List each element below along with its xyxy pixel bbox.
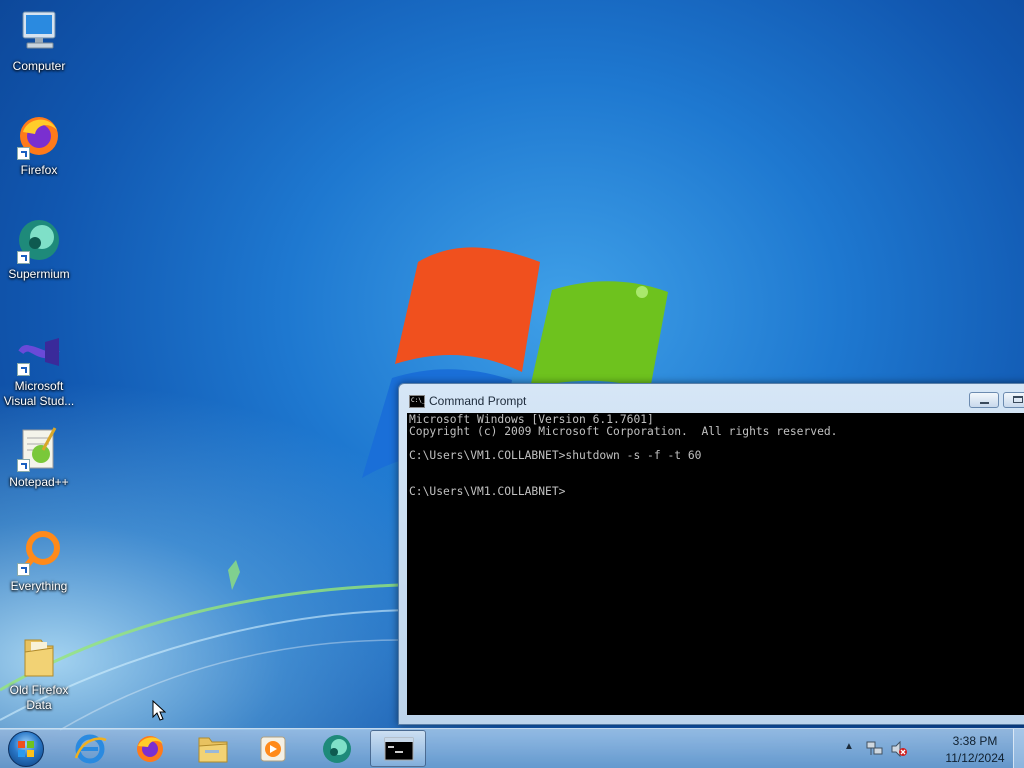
windows-orb-icon	[8, 731, 44, 767]
clock-date[interactable]: 11/12/2024	[940, 751, 1010, 765]
desktop-icon-everything[interactable]: Everything	[2, 528, 76, 594]
folder-icon	[198, 737, 228, 763]
window-title: Command Prompt	[429, 394, 527, 408]
cmd-icon	[384, 737, 414, 761]
console-text[interactable]: Microsoft Windows [Version 6.1.7601] Cop…	[407, 413, 1024, 499]
desktop-icon-old-firefox-data[interactable]: Old Firefox Data	[2, 632, 76, 713]
desktop-icon-label: Computer	[12, 59, 66, 73]
maximize-button[interactable]	[1003, 392, 1024, 408]
cmd-icon[interactable]: C:\_	[409, 395, 425, 408]
desktop-icon-label: Everything	[10, 579, 68, 593]
system-tray: ▲ 3:38 PM 11/12/2024	[840, 729, 1024, 768]
supermium-icon	[323, 735, 351, 763]
taskbar-supermium[interactable]	[309, 730, 365, 767]
taskbar-internet-explorer[interactable]	[62, 730, 118, 767]
volume-muted-icon[interactable]	[890, 741, 908, 757]
desktop-icon-label: Microsoft Visual Stud...	[3, 379, 75, 408]
desktop-icon-visual-studio[interactable]: Microsoft Visual Stud...	[2, 328, 76, 409]
show-hidden-icons-button[interactable]: ▲	[844, 741, 854, 752]
shortcut-arrow-icon	[17, 147, 30, 160]
firefox-icon	[137, 736, 163, 762]
desktop-icon-label: Firefox	[20, 163, 58, 177]
computer-icon	[22, 11, 56, 49]
taskbar: ▲ 3:38 PM 11/12/2024	[0, 728, 1024, 768]
minimize-button[interactable]	[969, 392, 999, 408]
folder-icon	[24, 639, 54, 677]
window-titlebar[interactable]: C:\_ Command Prompt	[399, 384, 1024, 412]
show-desktop-button[interactable]	[1013, 729, 1024, 768]
taskbar-firefox[interactable]	[122, 730, 178, 767]
taskbar-file-explorer[interactable]	[185, 730, 241, 767]
desktop-icon-label: Old Firefox Data	[9, 683, 69, 712]
desktop-icon-label: Supermium	[8, 267, 70, 281]
console-output[interactable]: Microsoft Windows [Version 6.1.7601] Cop…	[407, 413, 1024, 715]
internet-explorer-icon	[74, 734, 107, 764]
shortcut-arrow-icon	[17, 459, 30, 472]
media-player-icon	[260, 736, 286, 762]
desktop-icon-computer[interactable]: Computer	[2, 8, 76, 74]
mouse-cursor-icon	[152, 700, 166, 721]
clock-time[interactable]: 3:38 PM	[940, 734, 1010, 748]
taskbar-media-player[interactable]	[245, 730, 301, 767]
desktop-icon-firefox[interactable]: Firefox	[2, 112, 76, 178]
desktop-icon-label: Notepad++	[9, 475, 69, 489]
desktop[interactable]: Computer Firefox Supermium Microsoft Vis…	[0, 0, 1024, 768]
taskbar-command-prompt[interactable]	[370, 730, 426, 767]
start-button[interactable]	[6, 731, 46, 767]
network-icon[interactable]	[866, 741, 884, 757]
desktop-icon-notepadpp[interactable]: Notepad++	[2, 424, 76, 490]
shortcut-arrow-icon	[17, 363, 30, 376]
desktop-icon-supermium[interactable]: Supermium	[2, 216, 76, 282]
shortcut-arrow-icon	[17, 563, 30, 576]
command-prompt-window[interactable]: C:\_ Command Prompt Microsoft Windows [V…	[398, 383, 1024, 725]
shortcut-arrow-icon	[17, 251, 30, 264]
